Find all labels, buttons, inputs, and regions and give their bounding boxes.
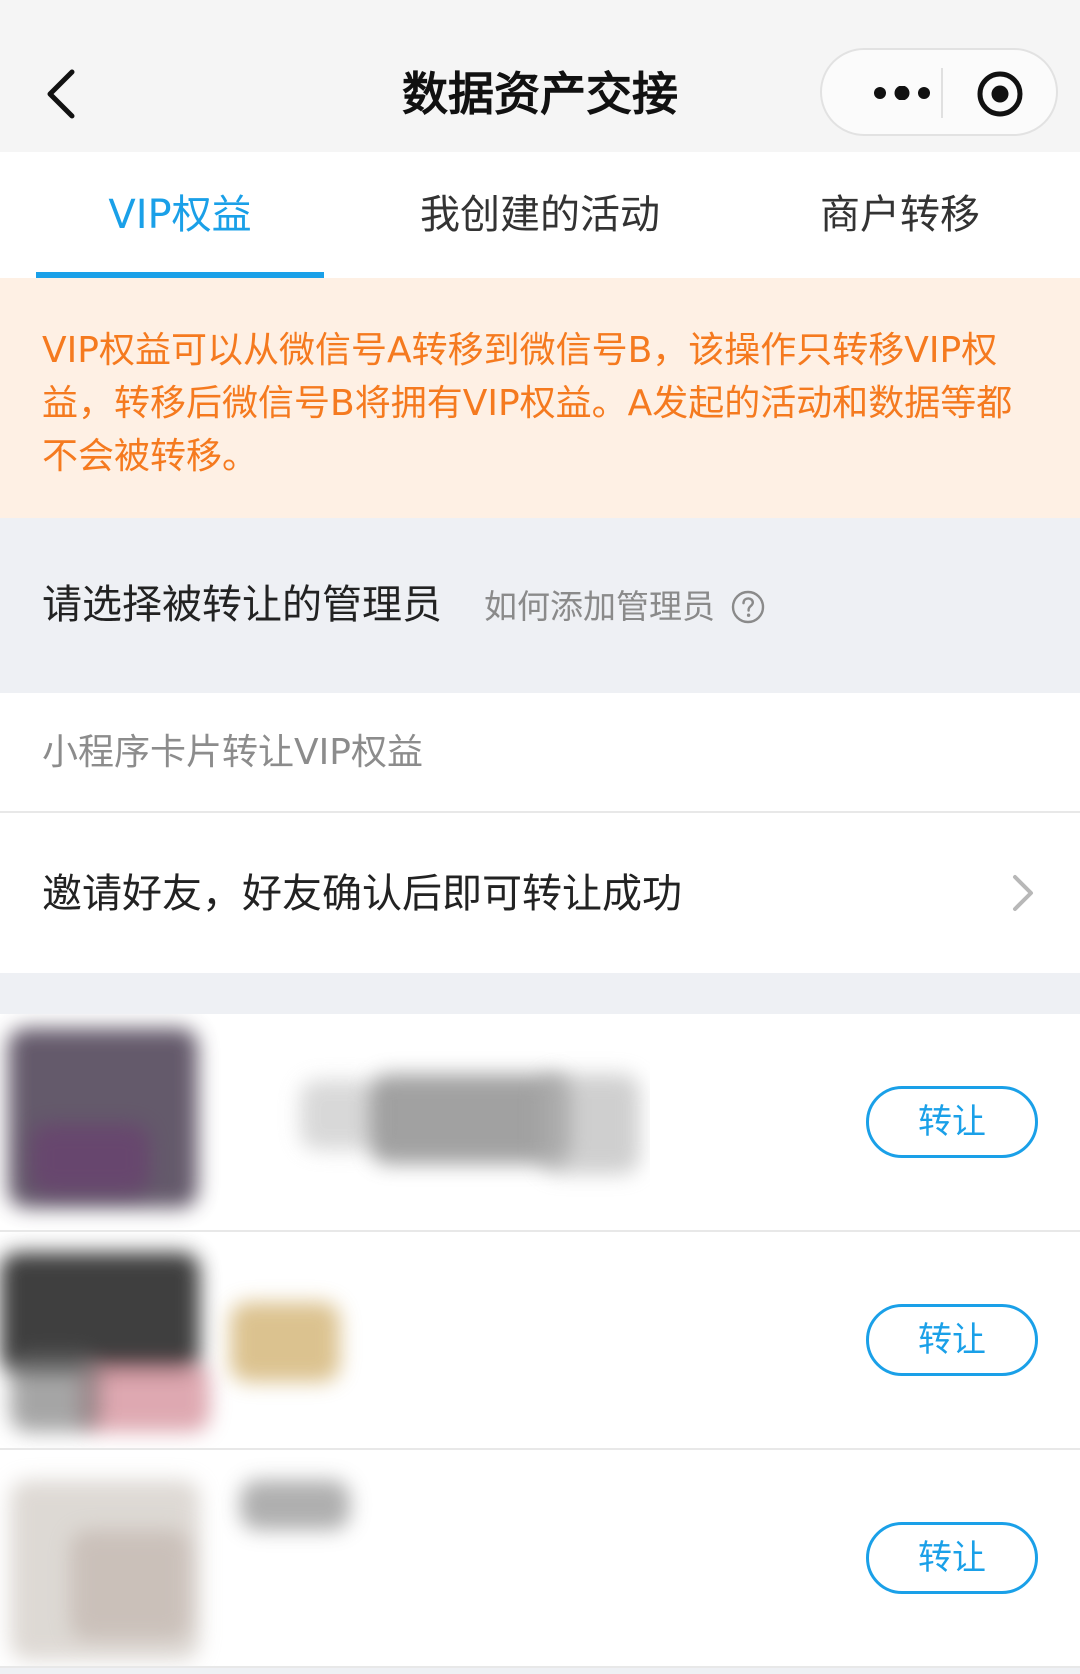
tab-vip-label: VIP权益 bbox=[108, 192, 252, 238]
transfer-button[interactable]: 转让 bbox=[866, 1086, 1038, 1158]
tab-merchant-transfer-label: 商户转移 bbox=[820, 192, 980, 238]
section-header: 请选择被转让的管理员 如何添加管理员 bbox=[0, 518, 1080, 693]
admin-row: 转让 bbox=[0, 1450, 1080, 1668]
mini-program-capsule bbox=[820, 48, 1058, 136]
invite-friend-row[interactable]: 邀请好友，好友确认后即可转让成功 bbox=[0, 813, 1080, 973]
notice-text: VIP权益可以从微信号A转移到微信号B，该操作只转移VIP权益，转移后微信号B将… bbox=[42, 330, 1013, 477]
tab-vip[interactable]: VIP权益 bbox=[0, 152, 360, 278]
hint-text: 小程序卡片转让VIP权益 bbox=[42, 732, 423, 773]
capsule-divider bbox=[941, 68, 943, 118]
tab-my-activities-label: 我创建的活动 bbox=[420, 192, 660, 238]
redacted-user-info bbox=[0, 1450, 650, 1666]
tab-my-activities[interactable]: 我创建的活动 bbox=[360, 152, 720, 278]
more-button[interactable] bbox=[852, 68, 952, 118]
nav-bar: 数据资产交接 bbox=[0, 0, 1080, 152]
redacted-user-info bbox=[0, 1232, 650, 1448]
admin-row: 转让 bbox=[0, 1014, 1080, 1232]
section-title: 请选择被转让的管理员 bbox=[42, 582, 442, 628]
tab-merchant-transfer[interactable]: 商户转移 bbox=[720, 152, 1080, 278]
admin-list: 转让 转让 转让 bbox=[0, 1014, 1080, 1668]
invite-text: 邀请好友，好友确认后即可转让成功 bbox=[42, 871, 682, 917]
redacted-user-info bbox=[0, 1014, 650, 1230]
how-to-add-admin-link[interactable]: 如何添加管理员 bbox=[484, 584, 765, 630]
mini-program-card-hint-row: 小程序卡片转让VIP权益 bbox=[0, 693, 1080, 813]
help-link-label: 如何添加管理员 bbox=[484, 587, 715, 626]
admin-row: 转让 bbox=[0, 1232, 1080, 1450]
transfer-button[interactable]: 转让 bbox=[866, 1522, 1038, 1594]
chevron-right-icon bbox=[1013, 875, 1033, 911]
target-icon bbox=[977, 71, 1023, 117]
question-circle-icon bbox=[731, 590, 765, 624]
transfer-button[interactable]: 转让 bbox=[866, 1304, 1038, 1376]
notice-banner: VIP权益可以从微信号A转移到微信号B，该操作只转移VIP权益，转移后微信号B将… bbox=[0, 278, 1080, 518]
close-miniprogram-button[interactable] bbox=[970, 64, 1030, 124]
more-dots-icon bbox=[874, 86, 930, 100]
tab-bar: VIP权益 我创建的活动 商户转移 bbox=[0, 152, 1080, 278]
